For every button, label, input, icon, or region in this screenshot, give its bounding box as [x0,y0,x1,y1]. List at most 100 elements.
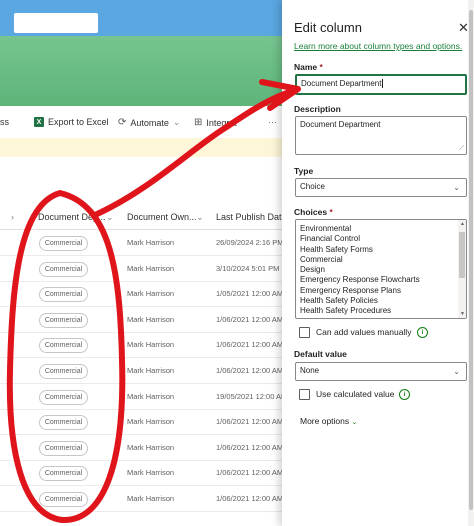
chevron-down-icon: ⌄ [351,419,358,426]
choices-scrollbar[interactable]: ▲ ▼ [458,220,466,318]
choice-line: Design [300,265,325,275]
choices-label: Choices * [294,207,333,217]
department-pill[interactable]: Commercial [39,492,88,507]
table-row[interactable]: Commercial Mark Harrison 1/06/2021 12:00 A… [0,486,282,512]
scrollbar-thumb[interactable] [459,232,465,278]
owner-cell: Mark Harrison [127,289,175,299]
description-label: Description [294,104,341,114]
department-pill[interactable]: Commercial [39,364,88,379]
department-pill[interactable]: Commercial [39,415,88,431]
table-row[interactable]: Commercial Mark Harrison 1/06/2021 12:00 A… [0,409,282,436]
table-row[interactable]: Commercial Mark Harrison 1/06/2021 12:00 A… [0,460,282,487]
automate-icon: ⟳ [118,117,127,128]
chevron-down-icon: ⌄ [453,183,460,192]
choice-line: Health Safety Policies [300,296,378,306]
excel-icon: X [34,117,44,127]
column-header-document-department[interactable]: Document Dep... [38,212,106,222]
integrate-icon: ⊞ [194,117,203,128]
department-pill[interactable]: Commercial [39,466,88,482]
command-partial[interactable]: ss [0,117,9,127]
date-cell: 1/06/2021 12:00 AM [216,442,282,452]
date-cell: 1/06/2021 12:00 AM [216,340,282,350]
chevron-left-icon: › [11,212,14,222]
date-cell: 1/06/2021 12:00 AM [216,417,282,427]
chevron-down-icon: ⌄ [172,117,181,127]
date-cell: 26/09/2024 2:16 PM [216,238,282,247]
choice-line: Commercial [300,254,343,264]
department-pill[interactable]: Commercial [39,338,88,354]
edit-column-panel: Edit column ✕ Learn more about column ty… [282,0,474,526]
column-header-row: › Document Dep... ⌄ Document Own... ⌄ La… [0,208,282,228]
name-field[interactable]: Document Department [295,74,467,95]
type-label: Type [294,166,314,176]
owner-cell: Mark Harrison [127,391,175,401]
choice-line: Environmental [300,224,352,233]
calculated-value-label: Use calculated value [316,389,395,399]
description-field[interactable]: Document Department ⟋ [295,116,467,155]
department-pill[interactable]: Commercial [39,389,88,405]
owner-cell: Mark Harrison [127,340,175,350]
command-bar: ss X Export to Excel ⟳ Automate ⌄ ⊞ Inte… [0,106,282,138]
panel-title: Edit column [294,20,362,35]
learn-more-link[interactable]: Learn more about column types and option… [294,41,462,51]
department-pill[interactable]: Commercial [39,261,88,277]
table-row[interactable]: Commercial Mark Harrison 26/09/2024 2:16 P… [0,230,282,256]
table-row[interactable]: Commercial Mark Harrison 1/05/2021 12:00 A… [0,281,282,308]
date-cell: 1/06/2021 12:00 AM [216,494,282,503]
department-pill[interactable]: Commercial [39,287,88,303]
choice-line: Financial Control [300,234,361,244]
text-caret [382,79,384,89]
department-pill[interactable]: Commercial [39,236,88,251]
choices-list: Environmental Financial Control Health Saf… [296,220,466,318]
table-row[interactable]: Commercial Mark Harrison 1/06/2021 12:00 A… [0,307,282,333]
calculated-value-checkbox[interactable] [299,389,310,400]
choice-line: Human Resources [296,317,466,318]
choice-line: Health Safety Forms [300,244,373,254]
more-options-button[interactable]: More options ⌄ [300,416,357,426]
integrate-button[interactable]: ⊞ Integrat [194,117,237,128]
scroll-down-icon[interactable]: ▼ [460,311,465,317]
table-row[interactable]: Commercial Mark Harrison 19/05/2021 12:00 … [0,384,282,410]
search-box[interactable] [14,13,98,33]
resize-handle-icon[interactable]: ⟋ [459,145,464,153]
notification-banner [0,138,282,157]
column-header-last-publish-date[interactable]: Last Publish Date [216,212,282,222]
owner-cell: Mark Harrison [127,468,175,478]
chevron-down-icon[interactable]: ⌄ [106,212,114,223]
owner-cell: Mark Harrison [127,238,175,247]
site-banner-image [0,36,282,106]
info-icon[interactable]: i [417,327,428,338]
choice-line: Emergency Response Plans [300,285,401,295]
date-cell: 1/05/2021 12:00 AM [216,289,282,299]
info-icon[interactable]: i [399,389,410,400]
more-commands-button[interactable]: ⋯ [268,117,277,128]
date-cell: 19/05/2021 12:00 AM [216,391,282,401]
owner-cell: Mark Harrison [127,442,175,452]
choice-line: Emergency Response Flowcharts [300,275,420,285]
choice-line: Health Safety Procedures [300,306,392,316]
export-excel-button[interactable]: X Export to Excel [34,117,109,127]
owner-cell: Mark Harrison [127,314,175,324]
department-pill[interactable]: Commercial [39,440,88,456]
owner-cell: Mark Harrison [127,263,175,273]
date-cell: 3/10/2024 5:01 PM [216,263,280,273]
automate-button[interactable]: ⟳ Automate ⌄ [118,117,180,128]
owner-cell: Mark Harrison [127,366,175,375]
default-value-label: Default value [294,349,347,359]
date-cell: 1/06/2021 12:00 AM [216,468,282,478]
default-value-select[interactable]: None ⌄ [295,362,467,381]
type-select[interactable]: Choice ⌄ [295,178,467,197]
date-cell: 1/06/2021 12:00 AM [216,314,282,324]
chevron-down-icon[interactable]: ⌄ [196,212,204,223]
table-row[interactable]: Commercial Mark Harrison 1/06/2021 12:00 A… [0,435,282,461]
name-label: Name * [294,62,323,72]
department-pill[interactable]: Commercial [39,312,88,328]
table-row[interactable]: Commercial Mark Harrison 1/06/2021 12:00 A… [0,358,282,384]
table-row[interactable]: Commercial Mark Harrison 1/06/2021 12:00 A… [0,332,282,359]
choices-textarea[interactable]: Environmental Financial Control Health Saf… [295,219,467,319]
table-row[interactable]: Commercial Mark Harrison 3/10/2024 5:01 PM [0,256,282,282]
column-header-document-owner[interactable]: Document Own... [127,212,197,222]
manual-values-checkbox[interactable] [299,327,310,338]
panel-scrollbar-thumb[interactable] [469,10,473,510]
scroll-up-icon[interactable]: ▲ [460,221,465,227]
